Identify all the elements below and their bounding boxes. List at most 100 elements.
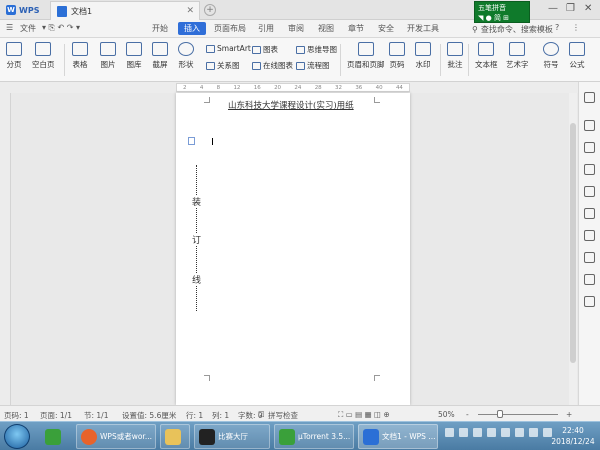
document-tab[interactable]: 文档1 ✕ bbox=[50, 1, 200, 20]
zoom-slider[interactable] bbox=[478, 414, 558, 415]
vertical-scrollbar[interactable] bbox=[569, 93, 577, 405]
page-number-label: 页码 bbox=[389, 60, 405, 69]
mindmap-button[interactable]: 思维导图 bbox=[296, 44, 337, 55]
menu-references[interactable]: 引用 bbox=[258, 23, 274, 34]
menu-developer[interactable]: 开发工具 bbox=[407, 23, 439, 34]
chart-button[interactable]: 图表 bbox=[252, 44, 278, 55]
task-explorer[interactable] bbox=[160, 424, 190, 449]
zoom-slider-knob[interactable] bbox=[497, 410, 503, 418]
clip-icon[interactable] bbox=[584, 186, 595, 197]
star-icon[interactable] bbox=[584, 230, 595, 241]
menu-view[interactable]: 视图 bbox=[318, 23, 334, 34]
header-footer-button[interactable]: 页眉和页脚 bbox=[347, 38, 385, 70]
system-tray[interactable] bbox=[445, 428, 552, 437]
zoom-in-button[interactable]: + bbox=[566, 410, 572, 419]
watermark-button[interactable]: 水印 bbox=[415, 38, 431, 70]
flowchart-button[interactable]: 流程图 bbox=[296, 60, 330, 71]
tray-icon-5[interactable] bbox=[501, 428, 510, 437]
task-match-hall-label: 比赛大厅 bbox=[218, 432, 248, 441]
ruler-scale: 2 4 8 12 16 20 24 28 32 36 40 44 bbox=[176, 83, 410, 92]
tray-icon-2[interactable] bbox=[459, 428, 468, 437]
textbox-button[interactable]: 文本框 bbox=[475, 38, 498, 70]
spell-check-icon[interactable]: ☑ bbox=[258, 410, 265, 419]
gallery-button[interactable]: 图库 bbox=[126, 38, 142, 70]
zoom-level[interactable]: 50% bbox=[438, 410, 455, 419]
blank-page-icon bbox=[35, 42, 52, 56]
ime-charset: ◥ ● 简 ⊞ bbox=[478, 14, 510, 22]
minimize-icon[interactable]: — bbox=[548, 3, 558, 14]
menu-start[interactable]: 开始 bbox=[152, 23, 168, 34]
scrollbar-thumb[interactable] bbox=[570, 123, 576, 363]
task-utorrent[interactable]: μTorrent 3.5... bbox=[274, 424, 354, 449]
tray-icon-6[interactable] bbox=[515, 428, 524, 437]
tray-icon-1[interactable] bbox=[445, 428, 454, 437]
blank-page-label: 空白页 bbox=[32, 60, 55, 69]
style-icon[interactable] bbox=[584, 142, 595, 153]
horizontal-ruler[interactable]: 2 4 8 12 16 20 24 28 32 36 40 44 bbox=[0, 82, 600, 93]
symbol-button[interactable]: 符号 bbox=[543, 38, 559, 70]
menu-page-layout[interactable]: 页面布局 bbox=[214, 23, 246, 34]
screenshot-button[interactable]: 截屏 bbox=[152, 38, 168, 70]
hamburger-icon[interactable]: ☰ bbox=[6, 23, 13, 32]
wps-home-tab[interactable]: W WPS bbox=[2, 1, 44, 19]
restore-icon[interactable]: ❐ bbox=[566, 3, 575, 14]
task-wps[interactable]: 文档1 - WPS ... bbox=[358, 424, 438, 449]
paragraph-layout-icon[interactable] bbox=[188, 137, 195, 145]
zoom-out-button[interactable]: - bbox=[466, 410, 469, 419]
shape-button[interactable]: 形状 bbox=[178, 38, 194, 70]
download-icon[interactable] bbox=[584, 274, 595, 285]
tray-icon-4[interactable] bbox=[487, 428, 496, 437]
relation-chart-button[interactable]: 关系图 bbox=[206, 60, 240, 71]
backup-icon[interactable] bbox=[584, 208, 595, 219]
share-icon[interactable] bbox=[584, 252, 595, 263]
document-icon bbox=[57, 5, 67, 17]
online-chart-button[interactable]: 在线图表 bbox=[252, 60, 293, 71]
menu-insert[interactable]: 插入 bbox=[178, 22, 206, 35]
help-circle-icon[interactable] bbox=[584, 296, 595, 307]
system-clock[interactable]: 22:40 2018/12/24 bbox=[548, 425, 598, 447]
ruler-tick-label: 4 bbox=[199, 84, 204, 91]
picture-button[interactable]: 图片 bbox=[100, 38, 116, 70]
command-search[interactable]: ⚲ 查找命令、搜索模板 bbox=[472, 24, 553, 35]
ruler-tick-label: 16 bbox=[253, 84, 261, 91]
task-browser[interactable]: WPS或者wor... bbox=[76, 424, 156, 449]
ruler-tick-label: 2 bbox=[183, 84, 187, 91]
ime-status-panel[interactable]: 五笔拼音 ◥ ● 简 ⊞ bbox=[474, 1, 530, 23]
utorrent-pinned[interactable] bbox=[40, 424, 70, 449]
new-tab-button[interactable]: + bbox=[204, 4, 216, 16]
smartart-button[interactable]: SmartArt bbox=[206, 44, 251, 53]
document-page[interactable]: 山东科技大学课程设计(实习)用纸 装 订 线 bbox=[176, 93, 410, 405]
task-match-hall[interactable]: 比赛大厅 bbox=[194, 424, 270, 449]
status-col: 列: 1 bbox=[212, 411, 230, 420]
screenshot-label: 截屏 bbox=[152, 60, 168, 69]
cursor-icon[interactable] bbox=[584, 120, 595, 131]
table-button[interactable]: 表格 bbox=[72, 38, 88, 70]
view-mode-icons[interactable]: ⛶ ▭ ▤ ▦ ◫ ⊕ bbox=[338, 410, 390, 420]
settings-icon[interactable] bbox=[584, 164, 595, 175]
formula-button[interactable]: 公式 bbox=[569, 38, 585, 70]
start-button[interactable] bbox=[4, 424, 30, 449]
blank-page-button[interactable]: 空白页 bbox=[32, 38, 55, 70]
page-header-text[interactable]: 山东科技大学课程设计(实习)用纸 bbox=[228, 99, 354, 111]
page-break-button[interactable]: 分页 bbox=[6, 38, 22, 70]
close-tab-icon[interactable]: ✕ bbox=[186, 6, 194, 16]
menu-chapter[interactable]: 章节 bbox=[348, 23, 364, 34]
clock-time: 22:40 bbox=[562, 426, 584, 435]
file-menu[interactable]: 文件 bbox=[20, 23, 36, 34]
comment-button[interactable]: 批注 bbox=[447, 38, 463, 70]
page-number-button[interactable]: 页码 bbox=[389, 38, 405, 70]
help-icon[interactable]: ? bbox=[555, 23, 559, 32]
tray-icon-3[interactable] bbox=[473, 428, 482, 437]
spell-check-button[interactable]: 拼写检查 bbox=[268, 410, 298, 421]
menu-security[interactable]: 安全 bbox=[378, 23, 394, 34]
close-window-icon[interactable]: ✕ bbox=[584, 3, 592, 14]
menu-review[interactable]: 审阅 bbox=[288, 23, 304, 34]
vertical-ruler[interactable] bbox=[0, 93, 11, 405]
ruler-tick-label: 28 bbox=[314, 84, 322, 91]
jl-app-icon bbox=[199, 428, 215, 445]
toolbar-icons[interactable]: ▾ ⎘ ↶ ↷ ▾ bbox=[42, 23, 80, 33]
wordart-button[interactable]: 艺术字 bbox=[506, 38, 529, 70]
more-icon[interactable]: ⋮ bbox=[572, 23, 580, 32]
volume-icon[interactable] bbox=[529, 428, 538, 437]
select-icon[interactable] bbox=[584, 92, 595, 103]
